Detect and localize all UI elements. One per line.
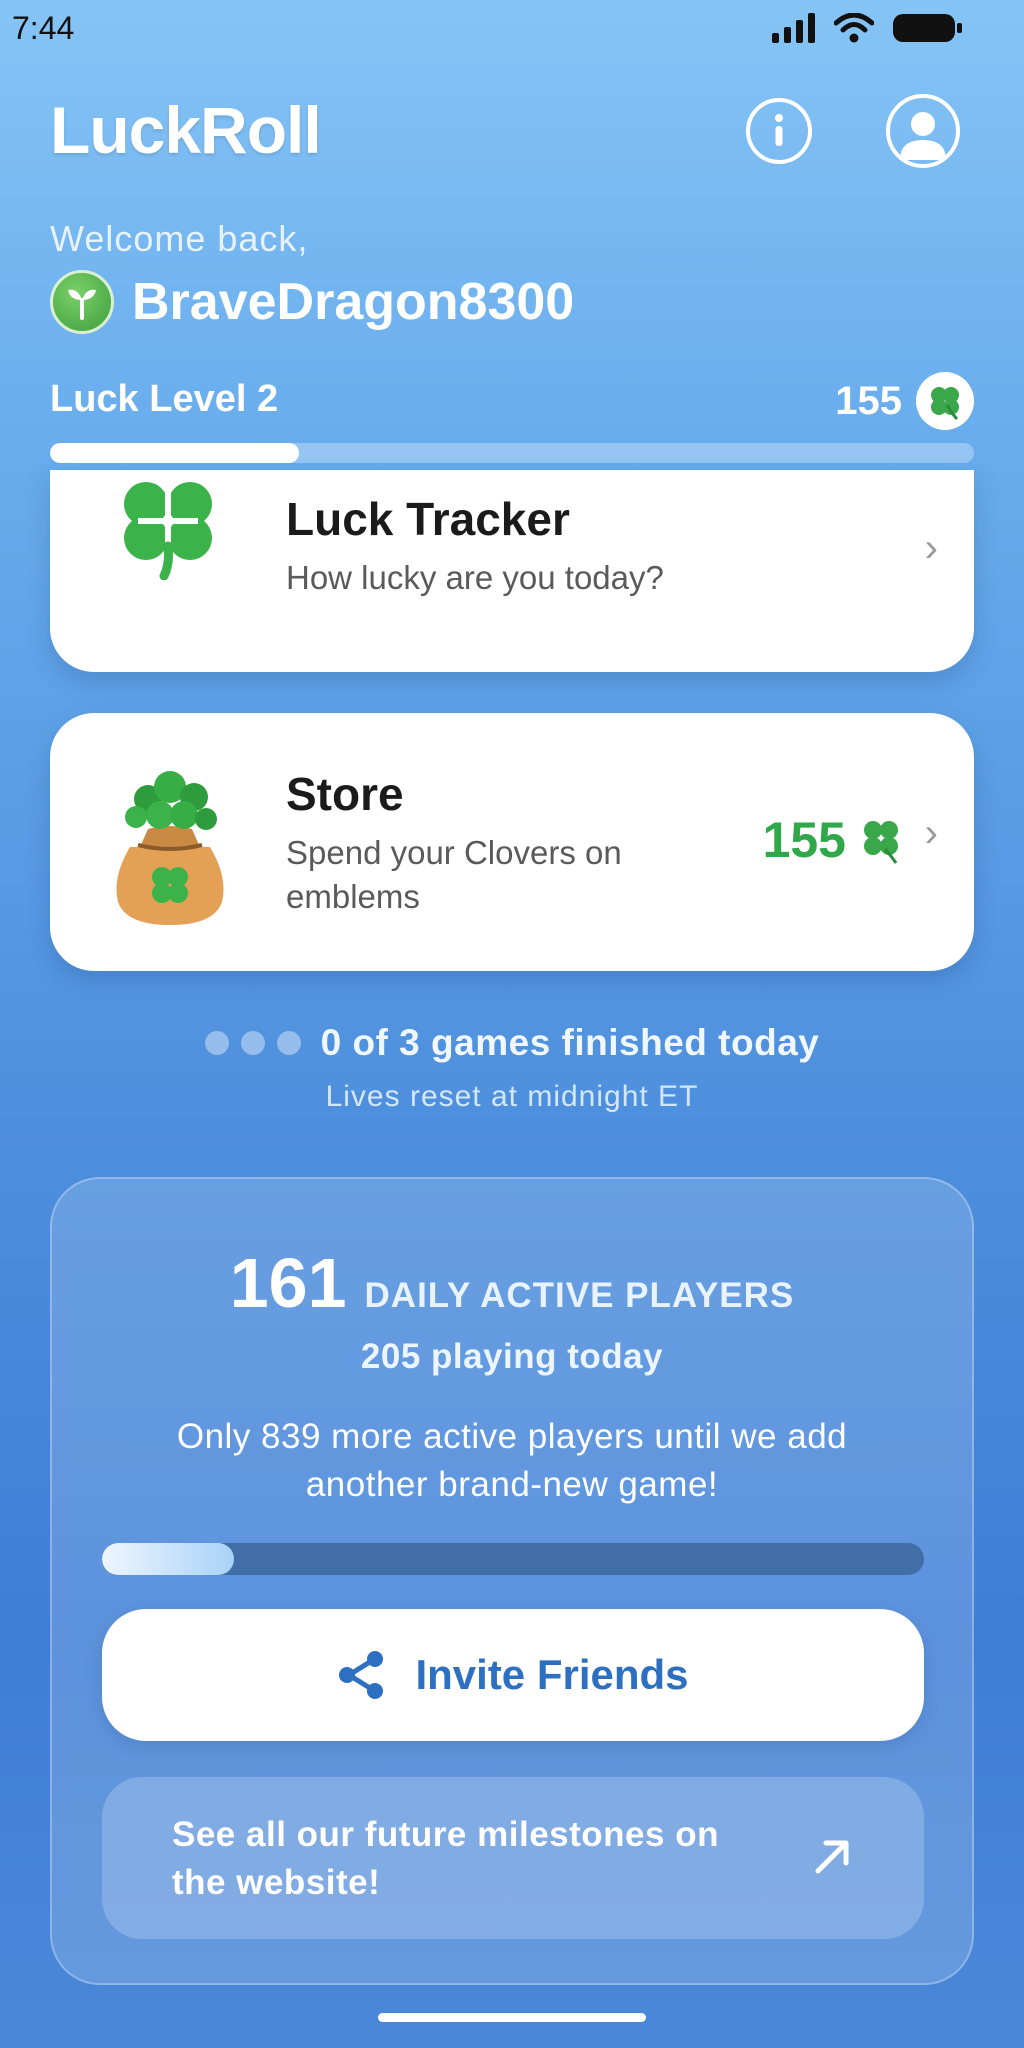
lives-row: 0 of 3 games finished today [0, 1022, 1024, 1064]
invite-friends-label: Invite Friends [415, 1651, 689, 1698]
money-bag-icon [108, 757, 232, 934]
clover-coin-icon [916, 372, 974, 430]
milestones-website-label: See all our future milestones on the web… [172, 1815, 719, 1902]
store-clover-count: 155 [762, 812, 846, 868]
home-indicator[interactable] [378, 2013, 646, 2022]
luck-tracker-card[interactable]: Luck Tracker How lucky are you today? › [50, 470, 974, 672]
luck-level-label: Luck Level 2 [50, 378, 279, 420]
avatar [50, 270, 114, 334]
playing-today: 205 playing today [360, 1337, 664, 1376]
sprout-icon [68, 289, 96, 320]
life-dot [204, 1031, 229, 1055]
share-icon [339, 1651, 384, 1699]
milestone-progress-fill [102, 1543, 234, 1575]
milestone-progress-bar [102, 1543, 924, 1575]
store-subtitle: Spend your Clovers on emblems [286, 834, 622, 915]
life-dot [240, 1031, 265, 1055]
daily-active-row: 161 DAILY ACTIVE PLAYERS [52, 1243, 972, 1323]
app-header: LuckRoll [50, 92, 974, 172]
luck-level-row: Luck Level 2 155 [50, 372, 974, 432]
app-title: LuckRoll [50, 93, 322, 167]
store-card[interactable]: Store Spend your Clovers on emblems 155 … [50, 713, 974, 971]
store-title: Store [286, 768, 404, 820]
store-clover-price: 155 [763, 811, 904, 869]
lives-status: 0 of 3 games finished today [320, 1022, 820, 1063]
clover-icon [864, 821, 898, 864]
four-leaf-clover-icon [108, 472, 228, 585]
daily-active-count: 161 [229, 1244, 347, 1322]
milestone-text: Only 839 more active players until we ad… [176, 1417, 848, 1504]
username: BraveDragon8300 [132, 273, 575, 331]
wifi-icon [834, 13, 874, 43]
lives-dots [204, 1031, 301, 1055]
welcome-text: Welcome back, [50, 218, 309, 259]
luck-level-progress-bar [50, 443, 974, 463]
life-dot [276, 1031, 301, 1055]
external-link-arrow-icon [815, 1840, 849, 1874]
info-button[interactable] [746, 98, 812, 164]
invite-friends-button[interactable]: Invite Friends [102, 1609, 924, 1741]
clover-balance: 155 [835, 372, 974, 430]
signal-icon [772, 13, 815, 43]
chevron-right-icon: › [924, 811, 938, 855]
status-bar: 7:44 [0, 0, 1024, 60]
luck-tracker-title: Luck Tracker [286, 493, 570, 545]
status-icons [772, 12, 964, 44]
luck-tracker-subtitle: How lucky are you today? [286, 559, 664, 596]
lives-reset-note: Lives reset at midnight ET [325, 1080, 699, 1113]
clover-count: 155 [835, 378, 902, 423]
chevron-right-icon: › [924, 526, 938, 570]
user-row: BraveDragon8300 [50, 270, 574, 334]
profile-button[interactable] [886, 94, 960, 168]
luck-level-progress-fill [50, 443, 300, 463]
daily-active-label: DAILY ACTIVE PLAYERS [364, 1276, 795, 1315]
status-time: 7:44 [12, 10, 75, 46]
info-icon [775, 114, 783, 146]
milestones-website-link[interactable]: See all our future milestones on the web… [102, 1777, 924, 1939]
player-stats-panel: 161 DAILY ACTIVE PLAYERS 205 playing tod… [50, 1177, 974, 1985]
user-icon [900, 112, 946, 160]
battery-icon [893, 14, 962, 42]
